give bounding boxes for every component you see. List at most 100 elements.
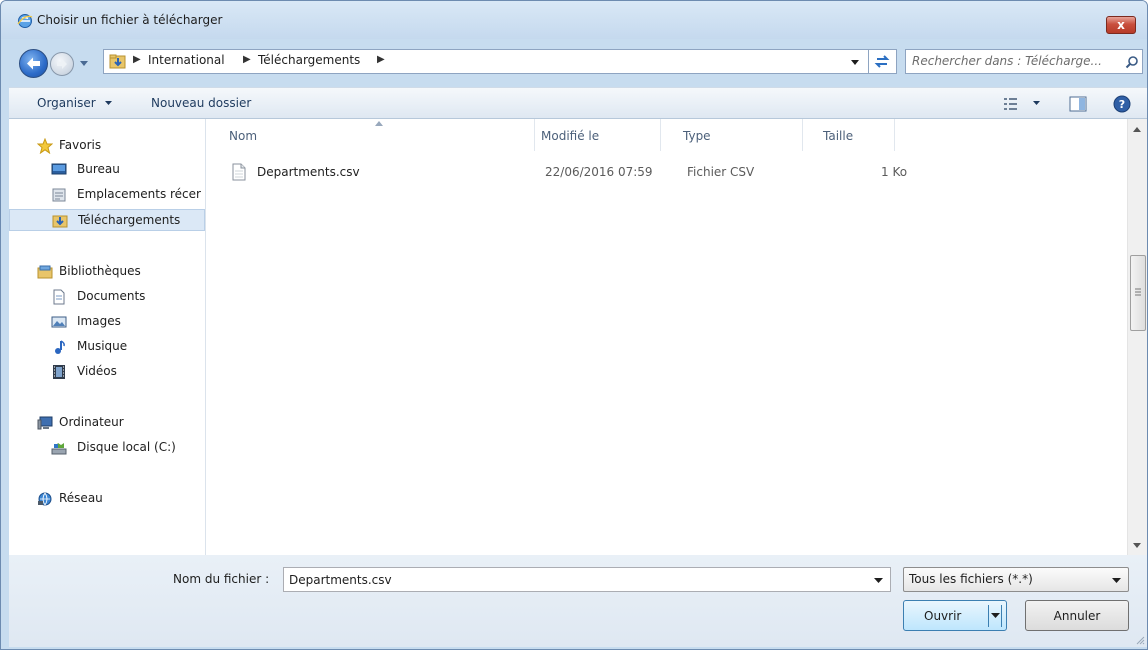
file-dialog: Choisir un fichier à télécharger x ▶ Int… <box>0 0 1148 650</box>
chevron-down-icon <box>1112 578 1121 583</box>
file-row[interactable]: Departments.csv 22/06/2016 07:59 Fichier… <box>219 161 1119 183</box>
nav-videos[interactable]: Vidéos <box>9 361 205 383</box>
help-icon[interactable]: ? <box>1113 95 1131 113</box>
libraries-icon <box>37 265 53 279</box>
downloads-folder-icon <box>109 54 126 69</box>
address-bar[interactable]: ▶ International ▶ Téléchargements ▶ <box>103 49 869 74</box>
nav-computer[interactable]: Ordinateur <box>9 412 205 434</box>
desktop-icon <box>51 163 67 175</box>
nav-label: Musique <box>77 339 128 353</box>
file-type-filter-select[interactable]: Tous les fichiers (*.*) <box>903 567 1129 592</box>
nav-label: Favoris <box>59 138 102 152</box>
file-type: Fichier CSV <box>687 165 755 179</box>
column-header-label: Modifié le <box>541 129 600 143</box>
nav-label: Documents <box>77 289 146 303</box>
command-bar: Organiser Nouveau dossier ? <box>9 87 1147 119</box>
footer-bar: Nom du fichier : Departments.csv Tous le… <box>9 555 1147 647</box>
open-split-dropdown[interactable] <box>988 605 1002 627</box>
nav-favorites[interactable]: Favoris <box>9 135 205 157</box>
file-list: Nom Modifié le Type Taille Departments.c… <box>207 119 1127 555</box>
recent-places-icon <box>52 188 66 202</box>
navigation-pane: Favoris Bureau Emplacements récer Téléch… <box>9 119 206 555</box>
back-button[interactable] <box>19 49 48 78</box>
network-icon <box>38 492 52 506</box>
nav-label: Vidéos <box>77 364 117 378</box>
svg-text:?: ? <box>1119 98 1125 111</box>
cancel-button-label: Annuler <box>1053 609 1101 623</box>
nav-recent-places[interactable]: Emplacements récer <box>9 184 205 206</box>
star-icon <box>37 138 53 154</box>
sort-ascending-icon <box>375 121 383 126</box>
breadcrumb-downloads[interactable]: Téléchargements <box>258 53 360 67</box>
nav-libraries[interactable]: Bibliothèques <box>9 261 205 283</box>
search-placeholder: Rechercher dans : Télécharge... <box>912 54 1102 68</box>
search-input[interactable]: Rechercher dans : Télécharge... <box>905 49 1143 74</box>
downloads-folder-icon <box>52 215 68 228</box>
content-area: Favoris Bureau Emplacements récer Téléch… <box>9 119 1147 555</box>
column-header-name[interactable]: Nom <box>207 119 535 151</box>
computer-icon <box>37 416 53 430</box>
nav-label: Bibliothèques <box>59 264 141 278</box>
address-row: ▶ International ▶ Téléchargements ▶ Rech… <box>1 45 1147 83</box>
scroll-down-icon[interactable] <box>1133 543 1141 548</box>
column-header-label: Taille <box>823 129 854 143</box>
close-icon: x <box>1117 18 1125 32</box>
video-icon <box>53 365 65 379</box>
vertical-scrollbar[interactable] <box>1127 119 1147 555</box>
file-size: 1 Ko <box>881 165 908 179</box>
column-header-type[interactable]: Type <box>661 119 803 151</box>
chevron-down-icon[interactable] <box>874 578 883 583</box>
music-icon <box>55 340 65 354</box>
nav-music[interactable]: Musique <box>9 336 205 358</box>
dialog-title: Choisir un fichier à télécharger <box>37 13 223 27</box>
new-folder-button[interactable]: Nouveau dossier <box>151 96 251 110</box>
forward-arrow-icon <box>57 59 67 69</box>
view-options-icon[interactable] <box>1003 97 1019 111</box>
filename-input[interactable]: Departments.csv <box>283 567 891 592</box>
breadcrumb-separator-icon[interactable]: ▶ <box>243 54 251 65</box>
cancel-button[interactable]: Annuler <box>1025 600 1129 631</box>
resize-grip-icon[interactable] <box>1135 635 1145 645</box>
breadcrumb-separator-icon[interactable]: ▶ <box>133 54 141 65</box>
history-dropdown-icon[interactable] <box>79 58 89 68</box>
nav-label: Réseau <box>59 491 103 505</box>
close-button[interactable]: x <box>1106 16 1136 34</box>
search-icon[interactable] <box>1125 55 1139 69</box>
nav-downloads[interactable]: Téléchargements <box>9 209 205 231</box>
nav-label: Téléchargements <box>78 213 181 227</box>
nav-label: Ordinateur <box>59 415 124 429</box>
nav-label: Bureau <box>77 162 120 176</box>
file-modified: 22/06/2016 07:59 <box>545 165 653 179</box>
preview-pane-icon[interactable] <box>1069 96 1087 112</box>
grip-icon <box>1135 288 1141 296</box>
scroll-thumb[interactable] <box>1130 255 1146 331</box>
breadcrumb-separator-icon[interactable]: ▶ <box>377 54 385 65</box>
document-icon <box>53 289 65 305</box>
chevron-down-icon[interactable] <box>1033 101 1040 105</box>
forward-button[interactable] <box>50 52 74 76</box>
nav-documents[interactable]: Documents <box>9 286 205 308</box>
file-name: Departments.csv <box>257 165 360 179</box>
column-header-size[interactable]: Taille <box>803 119 895 151</box>
open-button[interactable]: Ouvrir <box>903 600 1007 631</box>
nav-network[interactable]: Réseau <box>9 488 205 510</box>
address-dropdown-icon[interactable] <box>850 59 860 66</box>
image-icon <box>51 316 67 328</box>
nav-desktop[interactable]: Bureau <box>9 159 205 181</box>
column-header-label: Type <box>683 129 711 143</box>
organize-menu[interactable]: Organiser <box>37 96 96 110</box>
nav-label: Images <box>77 314 121 328</box>
nav-images[interactable]: Images <box>9 311 205 333</box>
column-header-label: Nom <box>229 129 258 143</box>
breadcrumb-international[interactable]: International <box>148 53 225 67</box>
column-header-modified[interactable]: Modifié le <box>519 119 661 151</box>
scroll-up-icon[interactable] <box>1133 127 1141 132</box>
nav-local-disk[interactable]: Disque local (C:) <box>9 437 205 459</box>
filename-value: Departments.csv <box>289 573 392 587</box>
refresh-icon <box>874 55 890 68</box>
back-arrow-icon <box>27 57 40 70</box>
filename-label: Nom du fichier : <box>173 572 270 586</box>
nav-label: Disque local (C:) <box>77 440 176 454</box>
chevron-down-icon[interactable] <box>105 101 112 105</box>
refresh-button[interactable] <box>869 49 897 74</box>
